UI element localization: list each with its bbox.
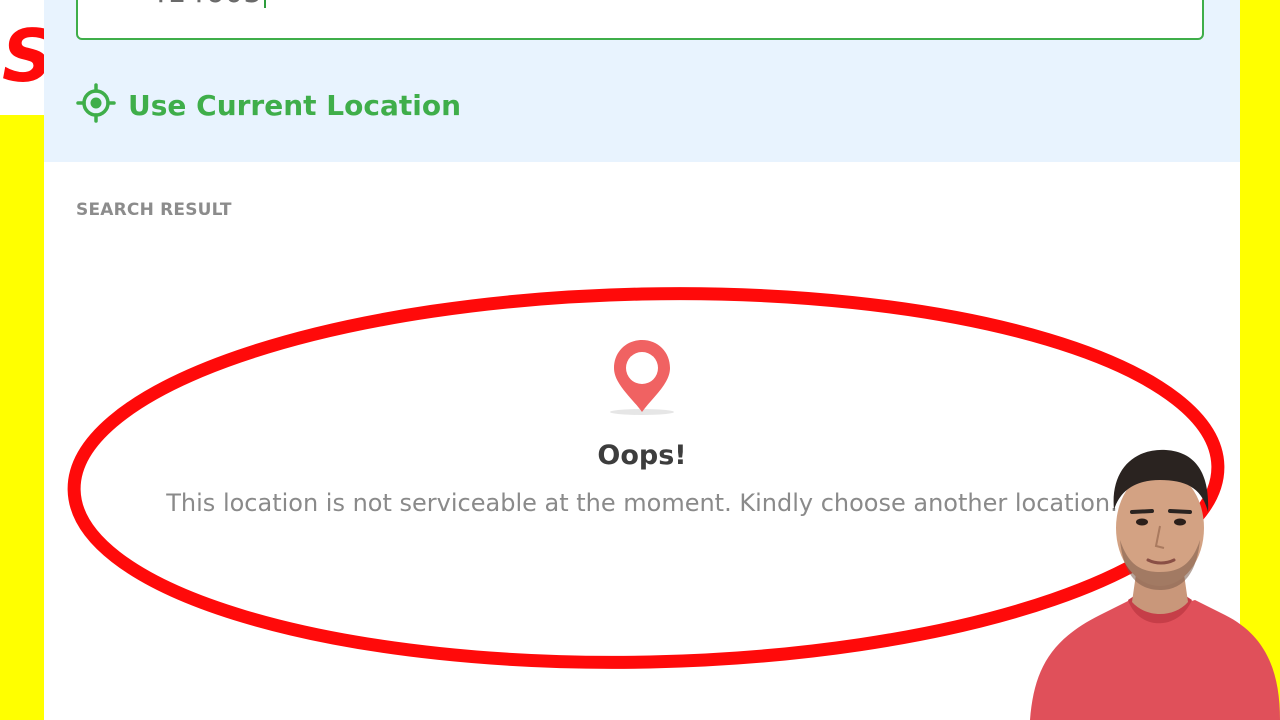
crosshair-icon [76, 83, 116, 127]
search-icon [100, 0, 132, 6]
search-result-heading: SEARCH RESULT [76, 200, 232, 220]
search-panel: 414605 [44, 0, 1240, 162]
clear-icon[interactable] [1154, 0, 1184, 4]
map-pin-icon [44, 334, 1240, 418]
search-input-value: 414605 [148, 0, 266, 10]
channel-logo-area: S [0, 0, 54, 115]
text-caret [263, 0, 266, 8]
video-frame: S 414605 [0, 0, 1280, 720]
use-current-location-button[interactable]: Use Current Location [76, 83, 462, 127]
use-current-location-label: Use Current Location [128, 88, 462, 122]
presenter-webcam [1010, 440, 1280, 720]
search-input[interactable]: 414605 [76, 0, 1204, 40]
